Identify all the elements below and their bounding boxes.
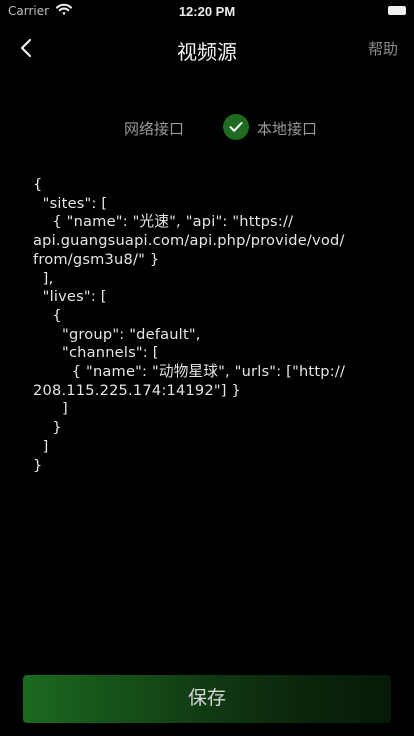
status-time: 12:20 PM [178,4,236,19]
remote-source-option[interactable]: 网络接口 [124,118,184,139]
battery-icon [388,6,406,15]
page-title: 视频源 [177,42,237,64]
help-button[interactable]: 帮助 [368,38,398,59]
source-switch: 网络接口 本地接口 [0,113,414,141]
status-bar: Carrier 12:20 PM [0,0,414,22]
config-editor[interactable]: { "sites": [ { "name": "光速", "api": "htt… [33,176,389,646]
local-source-label: 本地接口 [257,121,318,138]
save-button[interactable]: 保存 [23,675,391,723]
navigation-bar: 视频源 帮助 [0,22,414,76]
checkmark-icon [223,114,249,140]
